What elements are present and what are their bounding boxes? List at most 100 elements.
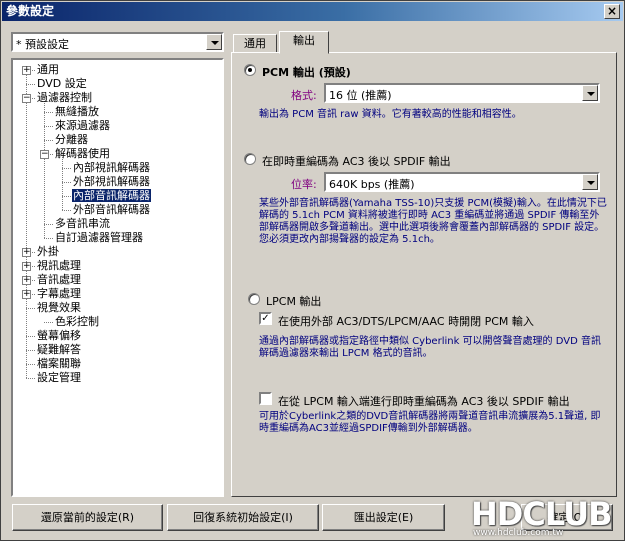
tree-item-label: 視訊處理 [37,259,81,272]
tree-guide-line [62,157,63,210]
tree-connector [44,140,53,141]
tree-item[interactable]: 色彩控制 [54,315,100,329]
tree-item[interactable]: 螢幕偏移 [36,329,82,343]
tree-item-label: 過濾器控制 [37,91,92,104]
tree-connector [26,378,35,379]
lpcm-output-radio[interactable] [248,293,260,305]
lpcm-ac3-label: 在從 LPCM 輸入端進行即時重編碼為 AC3 後以 SPDIF 輸出 [278,395,570,408]
format-label: 格式: [291,89,317,102]
tree-item-label: 螢幕偏移 [37,329,81,342]
tree-item-label: 通用 [37,63,59,76]
pcm-description: 輸出為 PCM 音訊 raw 資料。它有著較高的性能和相容性。 [259,109,522,120]
tree-item[interactable]: 外部音訊解碼器 [72,203,151,217]
tree-connector [26,336,35,337]
collapse-icon[interactable]: − [22,94,31,103]
expand-icon[interactable]: + [22,66,31,75]
watermark-logo: HDCLUB www.hdclub.com.tw [471,495,621,539]
tree-connector [26,350,35,351]
chevron-down-icon[interactable] [582,174,598,190]
tree-item[interactable]: 疑難解答 [36,343,82,357]
tree-item[interactable]: 字幕處理 [36,287,82,301]
tree-connector [44,322,53,323]
tree-item[interactable]: 無縫播放 [54,105,100,119]
tree-item[interactable]: 內部音訊解碼器 [71,188,152,203]
tree-connector [62,168,71,169]
tree-item[interactable]: DVD 設定 [36,77,88,91]
tree-item-label: 內部音訊解碼器 [71,188,152,203]
tree-connector [26,84,35,85]
tree-guide-line [26,70,27,378]
tree-item[interactable]: 內部視訊解碼器 [72,161,151,175]
ac3-spdif-radio[interactable] [244,153,256,165]
expand-icon[interactable]: + [22,248,31,257]
expand-icon[interactable]: + [22,276,31,285]
settings-tree[interactable]: 通用 + DVD 設定 過濾器控制 − 無縫播放 來源過濾器 分離器 解碼器使用 − 內部視訊解碼器… [11,58,224,497]
chevron-down-icon[interactable] [582,85,598,101]
tree-item-label: 外部視訊解碼器 [73,175,150,188]
bitrate-value: 640K bps (推薦) [329,178,415,191]
output-panel: PCM 輸出 (預設) 格式: 16 位 (推薦) 輸出為 PCM 音訊 raw… [231,52,617,497]
lpcm-output-label: LPCM 輸出 [266,295,322,308]
tree-item-label: 來源過濾器 [55,119,110,132]
tree-item-label: 音訊處理 [37,273,81,286]
tree-connector [62,210,71,211]
tab-output[interactable]: 輸出 [279,31,329,54]
tree-item-label: 解碼器使用 [55,147,110,160]
tree-item-label: 字幕處理 [37,287,81,300]
tree-item-label: 無縫播放 [55,105,99,118]
export-button[interactable]: 匯出設定(E) [322,504,445,531]
tree-item[interactable]: 分離器 [54,133,89,147]
collapse-icon[interactable]: − [40,150,49,159]
lpcm-option-label: 在使用外部 AC3/DTS/LPCM/AAC 時開閉 PCM 輸入 [278,315,534,328]
title-bar: 參數設定 × [2,2,623,21]
bitrate-select[interactable]: 640K bps (推薦) [324,172,600,192]
lpcm-ac3-description: 可用於Cyberlink之類的DVD音訊解碼器將兩聲道音訊串流擴展為5.1聲道,… [259,411,601,434]
tree-item[interactable]: 自訂過濾器管理器 [54,231,144,245]
tree-item[interactable]: 音訊處理 [36,273,82,287]
tree-item[interactable]: 視訊處理 [36,259,82,273]
lpcm-ac3-checkbox[interactable] [259,392,272,405]
preset-value: * 預設設定 [16,38,69,51]
tree-item[interactable]: 多音訊串流 [54,217,111,231]
lpcm-option-checkbox[interactable]: ✓ [259,312,272,325]
tree-guide-line [44,101,45,238]
tree-connector [62,196,71,197]
tree-item-label: 視覺效果 [37,301,81,314]
tree-item[interactable]: 設定管理 [36,371,82,385]
tree-item-label: DVD 設定 [37,77,87,90]
chevron-down-icon[interactable] [206,34,222,50]
tree-item-label: 自訂過濾器管理器 [55,231,143,244]
preset-select[interactable]: * 預設設定 [11,32,224,52]
tree-item-label: 疑難解答 [37,343,81,356]
tree-connector [26,308,35,309]
tree-item[interactable]: 檔案關聯 [36,357,82,371]
settings-dialog: 參數設定 × * 預設設定 通用 + DVD 設定 過濾器控制 − 無縫播放 來源過濾器 分離… [0,0,625,541]
tree-connector [62,182,71,183]
close-button[interactable]: × [604,4,620,19]
ac3-spdif-label: 在即時重編碼為 AC3 後以 SPDIF 輸出 [262,155,451,168]
tree-item[interactable]: 視覺效果 [36,301,82,315]
expand-icon[interactable]: + [22,290,31,299]
pcm-output-label: PCM 輸出 (預設) [262,66,351,79]
tree-item-label: 多音訊串流 [55,217,110,230]
tree-item-label: 內部視訊解碼器 [73,161,150,174]
tree-connector [26,364,35,365]
tree-connector [44,112,53,113]
tree-item[interactable]: 來源過濾器 [54,119,111,133]
pcm-output-radio[interactable] [244,64,256,76]
tree-item[interactable]: 解碼器使用 [54,147,111,161]
tree-item-label: 外掛 [37,245,59,258]
lpcm-description: 通過內部解碼器或指定路徑中類似 Cyberlink 可以開啓聲音處理的 DVD … [259,336,601,359]
tree-connector [44,126,53,127]
restore-button[interactable]: 還原當前的設定(R) [12,504,163,531]
tree-item[interactable]: 外掛 [36,245,60,259]
tree-item[interactable]: 外部視訊解碼器 [72,175,151,189]
tree-item[interactable]: 通用 [36,63,60,77]
expand-icon[interactable]: + [22,262,31,271]
restore-defaults-button[interactable]: 回復系統初始設定(I) [167,504,319,531]
format-select[interactable]: 16 位 (推薦) [324,83,600,103]
ac3-description: 某些外部音訊解碼器(Yamaha TSS-10)只支援 PCM(模擬)輸入。在此… [259,198,607,245]
tree-item[interactable]: 過濾器控制 [36,91,93,105]
tree-item-label: 外部音訊解碼器 [73,203,150,216]
tab-general[interactable]: 通用 [233,34,277,53]
